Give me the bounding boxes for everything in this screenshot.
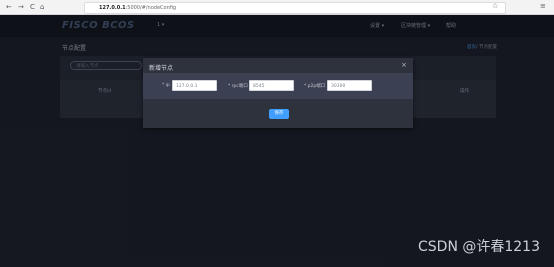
- home-icon[interactable]: ⌂: [40, 2, 44, 12]
- rpc-port-label: * rpc端口: [228, 84, 248, 89]
- browser-menu-icon[interactable]: ≡: [540, 2, 546, 10]
- p2p-port-label: * p2p端口: [304, 84, 326, 89]
- address-bar[interactable]: 127.0.0.1:5000/#/nodeConfig: [84, 2, 506, 14]
- url-host: 127.0.0.1: [99, 5, 126, 11]
- dialog-form: * ip 127.0.0.1 * rpc端口 8545 * p2p端口 3030…: [143, 73, 413, 99]
- p2p-port-input[interactable]: 30300: [327, 80, 372, 91]
- forward-icon[interactable]: →: [18, 2, 24, 12]
- dialog-title: 新增节点: [149, 65, 174, 72]
- close-icon[interactable]: ×: [401, 61, 407, 69]
- reload-icon[interactable]: C: [30, 2, 35, 12]
- save-button[interactable]: 保存: [269, 109, 289, 119]
- browser-toolbar: ← → C ⌂ 127.0.0.1:5000/#/nodeConfig ☆ ≡: [0, 0, 554, 15]
- watermark: CSDN @许春1213: [418, 239, 540, 255]
- ip-label: * ip: [162, 83, 170, 88]
- add-node-dialog: 新增节点 × * ip 127.0.0.1 * rpc端口 8545 * p2p…: [143, 58, 413, 128]
- ip-input[interactable]: 127.0.0.1: [172, 80, 217, 91]
- back-icon[interactable]: ←: [6, 2, 12, 12]
- bookmark-star-icon[interactable]: ☆: [492, 2, 498, 10]
- rpc-port-input[interactable]: 8545: [249, 80, 294, 91]
- url-path: :5000/#/nodeConfig: [125, 5, 177, 11]
- modal-overlay: [0, 15, 554, 267]
